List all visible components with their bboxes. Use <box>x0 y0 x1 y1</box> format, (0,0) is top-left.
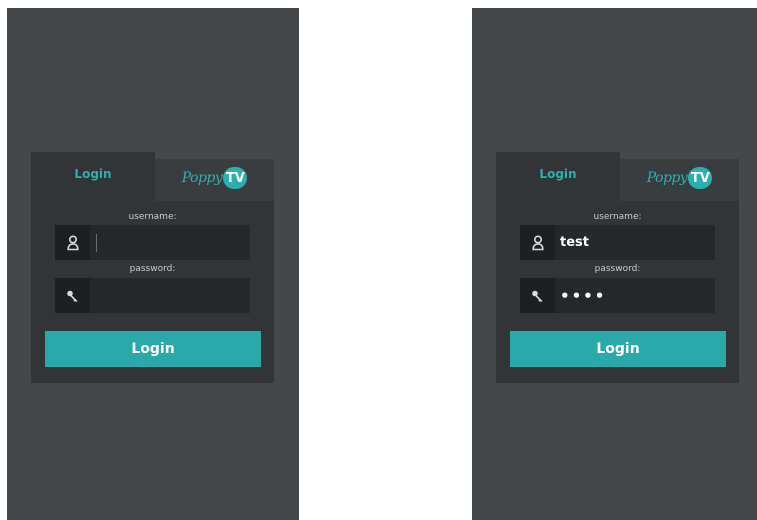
poppytv-logo: Poppy TV <box>182 167 248 189</box>
user-icon <box>55 225 90 260</box>
username-input[interactable] <box>95 225 245 260</box>
username-input[interactable]: test <box>560 225 710 260</box>
username-field[interactable] <box>55 225 250 260</box>
password-label: password: <box>129 264 176 274</box>
tab-login[interactable]: Login <box>496 152 620 201</box>
brand-badge: TV <box>688 167 713 189</box>
key-icon <box>55 278 90 313</box>
username-field[interactable]: test <box>520 225 715 260</box>
phone-screen-left: Login Poppy TV username: password: Login <box>7 8 299 520</box>
phone-screen-right: Login Poppy TV username: test password: … <box>472 8 757 520</box>
login-button[interactable]: Login <box>510 331 726 367</box>
login-button[interactable]: Login <box>45 331 261 367</box>
key-icon <box>520 278 555 313</box>
tab-login-label: Login <box>539 166 577 181</box>
login-form: username: test password: •••• Login <box>496 201 739 383</box>
login-card: Login Poppy TV username: test password: … <box>496 152 739 383</box>
password-field[interactable]: •••• <box>520 278 715 313</box>
username-label: username: <box>593 212 642 222</box>
password-value: •••• <box>560 286 607 305</box>
username-label: username: <box>128 212 177 222</box>
login-form: username: password: Login <box>31 201 274 383</box>
text-caret <box>96 233 97 252</box>
tab-login-label: Login <box>74 166 112 181</box>
user-icon <box>520 225 555 260</box>
poppytv-logo: Poppy TV <box>647 167 713 189</box>
brand-badge: TV <box>223 167 248 189</box>
password-input[interactable]: •••• <box>560 278 710 313</box>
password-field[interactable] <box>55 278 250 313</box>
tab-poppytv[interactable]: Poppy TV <box>155 159 274 201</box>
brand-text: Poppy <box>181 170 223 186</box>
username-value: test <box>560 235 589 250</box>
tab-poppytv[interactable]: Poppy TV <box>620 159 739 201</box>
login-card: Login Poppy TV username: password: Login <box>31 152 274 383</box>
brand-text: Poppy <box>646 170 688 186</box>
tab-login[interactable]: Login <box>31 152 155 201</box>
password-label: password: <box>594 264 641 274</box>
password-input[interactable] <box>95 278 245 313</box>
